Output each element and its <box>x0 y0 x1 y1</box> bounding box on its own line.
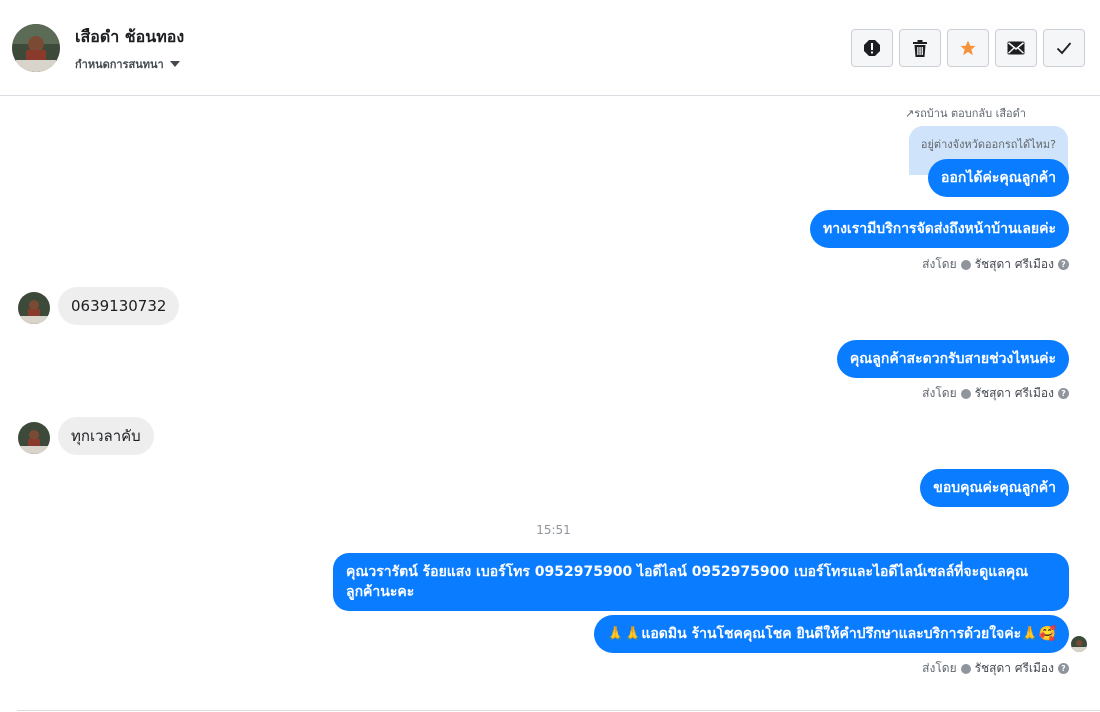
outgoing-message[interactable]: คุณวรารัตน์ ร้อยแสง เบอร์โทร 0952975900 … <box>333 553 1069 611</box>
reply-context: ↗รถบ้าน ตอบกลับ เสือดำ <box>905 107 1026 120</box>
caret-down-icon <box>169 61 180 67</box>
sent-by-label: ส่งโดย รัชสุดา ศรีเมือง ? <box>922 384 1069 403</box>
page-icon <box>960 663 971 674</box>
mark-unread-button[interactable] <box>995 29 1037 67</box>
composer-divider <box>17 710 1100 711</box>
outgoing-message[interactable]: ออกได้ค่ะคุณลูกค้า <box>928 159 1069 197</box>
conversation-thread: ↗รถบ้าน ตอบกลับ เสือดำ อยู่ต่างจังหวัดออ… <box>0 96 1100 712</box>
help-icon[interactable]: ? <box>1058 259 1069 270</box>
page-icon <box>960 259 971 270</box>
outgoing-message[interactable]: 🙏🙏แอดมิน ร้านโชคคุณโชค ยินดีให้คำปรึกษาแ… <box>593 615 1069 653</box>
sender-name[interactable]: รัชสุดา ศรีเมือง <box>975 255 1054 274</box>
contact-name: เสือดำ ช้อนทอง <box>75 27 185 46</box>
assign-conversation-dropdown[interactable]: กำหนดการสนทนา <box>75 55 180 73</box>
message-timestamp: 15:51 <box>536 523 571 537</box>
outgoing-message[interactable]: คุณลูกค้าสะดวกรับสายช่วงไหนค่ะ <box>836 340 1069 378</box>
sent-by-label: ส่งโดย รัชสุดา ศรีเมือง ? <box>922 659 1069 678</box>
page-icon <box>960 388 971 399</box>
conversation-header: เสือดำ ช้อนทอง กำหนดการสนทนา <box>0 0 1100 96</box>
incoming-message[interactable]: ทุกเวลาคับ <box>58 417 154 455</box>
delete-button[interactable] <box>899 29 941 67</box>
report-spam-button[interactable] <box>851 29 893 67</box>
incoming-message[interactable]: 0639130732 <box>58 287 180 325</box>
help-icon[interactable]: ? <box>1058 388 1069 399</box>
assign-label: กำหนดการสนทนา <box>75 58 164 71</box>
outgoing-message[interactable]: ขอบคุณค่ะคุณลูกค้า <box>920 469 1069 507</box>
header-actions <box>851 29 1085 67</box>
trash-icon <box>913 39 927 57</box>
seen-avatar <box>1071 636 1087 652</box>
contact-avatar[interactable] <box>12 24 60 72</box>
sent-by-prefix: ส่งโดย <box>922 386 957 400</box>
sender-name[interactable]: รัชสุดา ศรีเมือง <box>975 384 1054 403</box>
alert-icon <box>864 40 880 56</box>
outgoing-message[interactable]: ทางเรามีบริการจัดส่งถึงหน้าบ้านเลยค่ะ <box>809 210 1069 248</box>
sender-name[interactable]: รัชสุดา ศรีเมือง <box>975 659 1054 678</box>
envelope-icon <box>1007 41 1025 55</box>
star-icon <box>960 40 976 56</box>
contact-avatar-small[interactable] <box>18 292 50 324</box>
sent-by-prefix: ส่งโดย <box>922 257 957 271</box>
star-button[interactable] <box>947 29 989 67</box>
mark-done-button[interactable] <box>1043 29 1085 67</box>
sent-by-label: ส่งโดย รัชสุดา ศรีเมือง ? <box>922 255 1069 274</box>
help-icon[interactable]: ? <box>1058 663 1069 674</box>
sent-by-prefix: ส่งโดย <box>922 661 957 675</box>
check-icon <box>1056 42 1072 55</box>
contact-avatar-small[interactable] <box>18 422 50 454</box>
